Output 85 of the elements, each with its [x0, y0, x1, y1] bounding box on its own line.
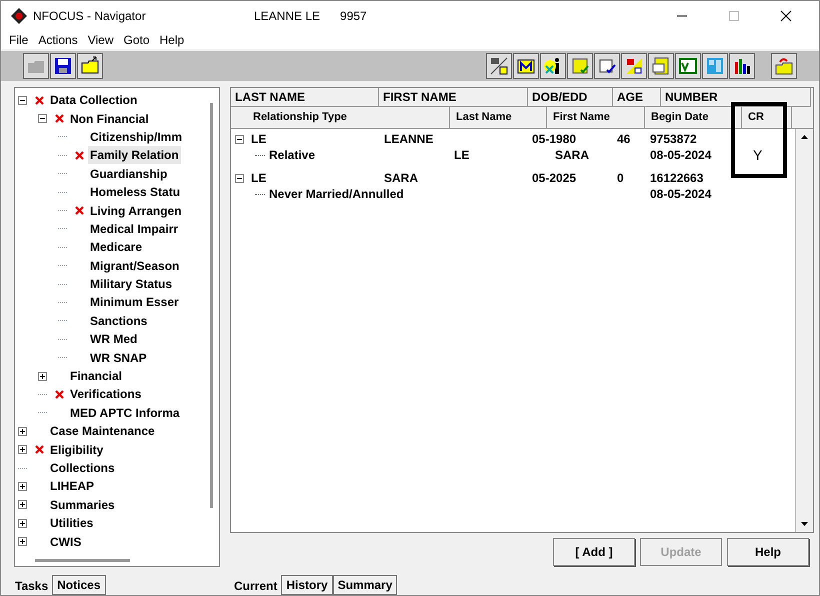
- table-cell-text: LE: [251, 131, 266, 148]
- menu-item[interactable]: Goto: [124, 31, 150, 49]
- table-cell-text: 16122663: [650, 170, 704, 187]
- table-cell-text: SARA: [384, 170, 418, 187]
- expand-icon[interactable]: [18, 518, 27, 528]
- flag-icon[interactable]: [621, 53, 647, 79]
- tab[interactable]: Tasks: [11, 573, 52, 595]
- collapse-icon[interactable]: [38, 114, 47, 124]
- document-icon[interactable]: [648, 53, 674, 79]
- table-cell-text: 0: [617, 170, 624, 187]
- bar-chart-icon[interactable]: [729, 53, 755, 79]
- tab[interactable]: Notices: [52, 575, 106, 595]
- tree-item[interactable]: Verifications: [68, 385, 144, 404]
- table-cell-text: LE: [251, 170, 266, 187]
- table-cell-text: LE: [454, 147, 470, 164]
- tree-item[interactable]: Financial: [68, 367, 124, 386]
- expand-icon[interactable]: [38, 372, 47, 381]
- table-cell-text: 46: [617, 131, 630, 148]
- scrollbar[interactable]: [35, 559, 130, 562]
- tree-item[interactable]: Citizenship/Imm: [88, 128, 184, 146]
- scrollbar[interactable]: [795, 129, 813, 532]
- table-cell-text: 08-05-2024: [650, 147, 712, 164]
- tree-item[interactable]: CWIS: [48, 532, 84, 551]
- collapse-icon[interactable]: [235, 174, 244, 182]
- table-cell-text: SARA: [555, 147, 590, 164]
- tree-item[interactable]: Guardianship: [88, 164, 170, 183]
- tree-item[interactable]: Living Arrangen: [88, 202, 184, 220]
- expand-icon[interactable]: [18, 482, 27, 491]
- tab[interactable]: History: [281, 575, 333, 595]
- checklist-icon[interactable]: [675, 53, 701, 79]
- menu-item[interactable]: File: [9, 31, 28, 49]
- column-header[interactable]: First Name: [547, 107, 645, 129]
- menu-item[interactable]: Actions: [38, 31, 78, 49]
- tree-item[interactable]: Minimum Esser: [88, 293, 181, 312]
- app-logo-icon: [11, 8, 27, 24]
- tree-item[interactable]: WR SNAP: [88, 348, 149, 367]
- column-header[interactable]: Relationship Type: [247, 107, 450, 129]
- tree-item[interactable]: MED APTC Informa: [68, 404, 182, 422]
- table-cell-text: Relative: [269, 147, 316, 164]
- action-button[interactable]: [ Add ]: [553, 538, 635, 566]
- tree-item[interactable]: Data Collection: [48, 91, 140, 110]
- window-title: NFOCUS - Navigator: [33, 8, 147, 25]
- tree-item[interactable]: Homeless Statu: [88, 183, 182, 202]
- table-cell-text: 9753872: [650, 131, 697, 148]
- table-cell-text: 05-1980: [532, 131, 576, 148]
- tree-item[interactable]: Sanctions: [88, 312, 150, 330]
- tree-item[interactable]: Collections: [48, 459, 117, 477]
- tree-item[interactable]: Military Status: [88, 275, 174, 294]
- table-cell-text: 05-2025: [532, 170, 576, 187]
- expand-icon[interactable]: [18, 445, 27, 454]
- collapse-icon[interactable]: [18, 96, 27, 105]
- tree-item[interactable]: Utilities: [48, 514, 96, 532]
- computer-icon[interactable]: [486, 53, 512, 79]
- tree-item[interactable]: Summaries: [48, 496, 117, 514]
- tree-item[interactable]: Medicare: [88, 238, 144, 256]
- case-number: 9957: [340, 8, 367, 25]
- tree-item[interactable]: Medical Impairr: [88, 220, 180, 238]
- tab[interactable]: Current: [230, 573, 282, 595]
- tree-item[interactable]: Migrant/Season: [88, 256, 182, 275]
- tree-item[interactable]: Family Relation: [88, 146, 181, 164]
- expand-icon[interactable]: [18, 537, 27, 546]
- collapse-icon[interactable]: [235, 134, 244, 144]
- column-header[interactable]: Last Name: [450, 107, 547, 129]
- document-icon[interactable]: [567, 53, 593, 79]
- menu-item[interactable]: Help: [160, 31, 184, 49]
- tree-item[interactable]: Non Financial: [68, 110, 151, 128]
- table-cell-text: Never Married/Annulled: [269, 186, 404, 203]
- tree-item[interactable]: WR Med: [88, 330, 140, 348]
- scrollbar[interactable]: [210, 103, 213, 508]
- menu-item[interactable]: View: [88, 31, 114, 49]
- tree-item[interactable]: LIHEAP: [48, 477, 96, 496]
- checklist-icon[interactable]: [594, 53, 620, 79]
- expand-icon[interactable]: [18, 500, 27, 510]
- person-icon[interactable]: [540, 53, 566, 79]
- table-cell-text: LEANNE: [384, 131, 434, 148]
- tree-item[interactable]: Eligibility: [48, 440, 106, 459]
- table-cell-text: 08-05-2024: [650, 186, 712, 203]
- action-button[interactable]: Help: [727, 538, 809, 566]
- tab[interactable]: Summary: [332, 575, 398, 595]
- save-icon[interactable]: [50, 53, 76, 79]
- case-name: LEANNE LE: [254, 8, 320, 25]
- tree-item[interactable]: Case Maintenance: [48, 422, 157, 440]
- table-cell-text: Y: [752, 146, 762, 164]
- expand-icon[interactable]: [18, 426, 27, 436]
- panel-icon[interactable]: [702, 53, 728, 79]
